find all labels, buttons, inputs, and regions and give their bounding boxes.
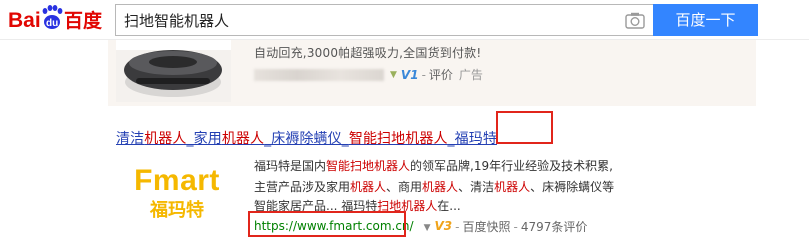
title-segment[interactable]: _床褥除螨仪_ xyxy=(264,131,349,147)
rating-link[interactable]: 评价 xyxy=(429,68,453,82)
ad-block: 自动回充,3000帕超强吸力,全国货到付款! ▼ V1- 评价 广告 xyxy=(108,40,756,106)
result-title[interactable]: 清洁机器人_家用机器人_床褥除螨仪_智能扫地机器人_福玛特 xyxy=(116,128,497,148)
snippet-segment: 福玛特是国内 xyxy=(254,159,327,173)
snippet-segment: 机器人 xyxy=(422,180,459,194)
search-input[interactable] xyxy=(124,8,614,32)
blurred-url xyxy=(254,68,384,81)
ad-description: 自动回充,3000帕超强吸力,全国货到付款! xyxy=(254,46,482,60)
svg-text:Bai: Bai xyxy=(8,9,41,32)
v1-badge[interactable]: V1 xyxy=(401,68,419,82)
reviews-link[interactable]: 4797条评价 xyxy=(521,220,588,234)
header: Bai du 百度 百度一下 xyxy=(0,0,809,40)
snippet-segment: 主营产品涉及家用 xyxy=(254,180,351,194)
svg-text:百度: 百度 xyxy=(64,9,103,32)
snippet-segment: 在... xyxy=(437,199,461,213)
ad-meta: ▼ V1- 评价 广告 xyxy=(254,66,483,82)
snippet-segment: 机器人 xyxy=(494,180,531,194)
svg-text:福玛特: 福玛特 xyxy=(149,199,204,221)
annotation-box-url xyxy=(248,211,406,237)
title-segment[interactable]: 机器人 xyxy=(144,131,186,147)
fmart-logo[interactable]: Fmart 福玛特 xyxy=(116,158,238,224)
svg-text:Fmart: Fmart xyxy=(134,164,220,197)
title-segment[interactable]: 智能扫地机器人 xyxy=(349,131,448,147)
snippet-segment: 机器人 xyxy=(350,180,387,194)
camera-icon[interactable] xyxy=(625,12,645,29)
snippet-segment: 的领军品牌,19年行业经验及技术积累, xyxy=(410,159,613,173)
v3-badge[interactable]: V3 xyxy=(435,219,453,233)
snippet-segment: 智能扫地机器人 xyxy=(326,159,411,173)
annotation-box-title xyxy=(496,111,553,144)
snippet-segment: 、床褥除螨仪等 xyxy=(530,180,615,194)
svg-text:du: du xyxy=(46,18,58,29)
chevron-down-icon[interactable]: ▼ xyxy=(390,70,397,80)
snippet-segment: 、商用 xyxy=(386,180,423,194)
snippet-line-1: 福玛特是国内智能扫地机器人的领军品牌,19年行业经验及技术积累, xyxy=(254,157,613,174)
ad-product-image[interactable] xyxy=(116,40,231,102)
snapshot-link[interactable]: 百度快照 xyxy=(463,220,511,234)
title-segment[interactable]: 清洁 xyxy=(116,131,144,147)
snippet-segment: 、清洁 xyxy=(458,180,495,194)
baidu-logo[interactable]: Bai du 百度 xyxy=(8,4,108,34)
ad-label: 广告 xyxy=(458,68,483,82)
title-segment[interactable]: _福玛特 xyxy=(448,131,497,147)
baidu-paw-icon: du xyxy=(42,5,63,29)
title-segment[interactable]: 机器人 xyxy=(222,131,264,147)
search-button[interactable]: 百度一下 xyxy=(653,4,758,36)
title-segment[interactable]: _家用 xyxy=(187,131,222,147)
snippet-line-2: 主营产品涉及家用机器人、商用机器人、清洁机器人、床褥除螨仪等 xyxy=(254,178,614,195)
search-box[interactable] xyxy=(115,4,653,36)
chevron-down-icon[interactable]: ▼ xyxy=(424,223,431,233)
